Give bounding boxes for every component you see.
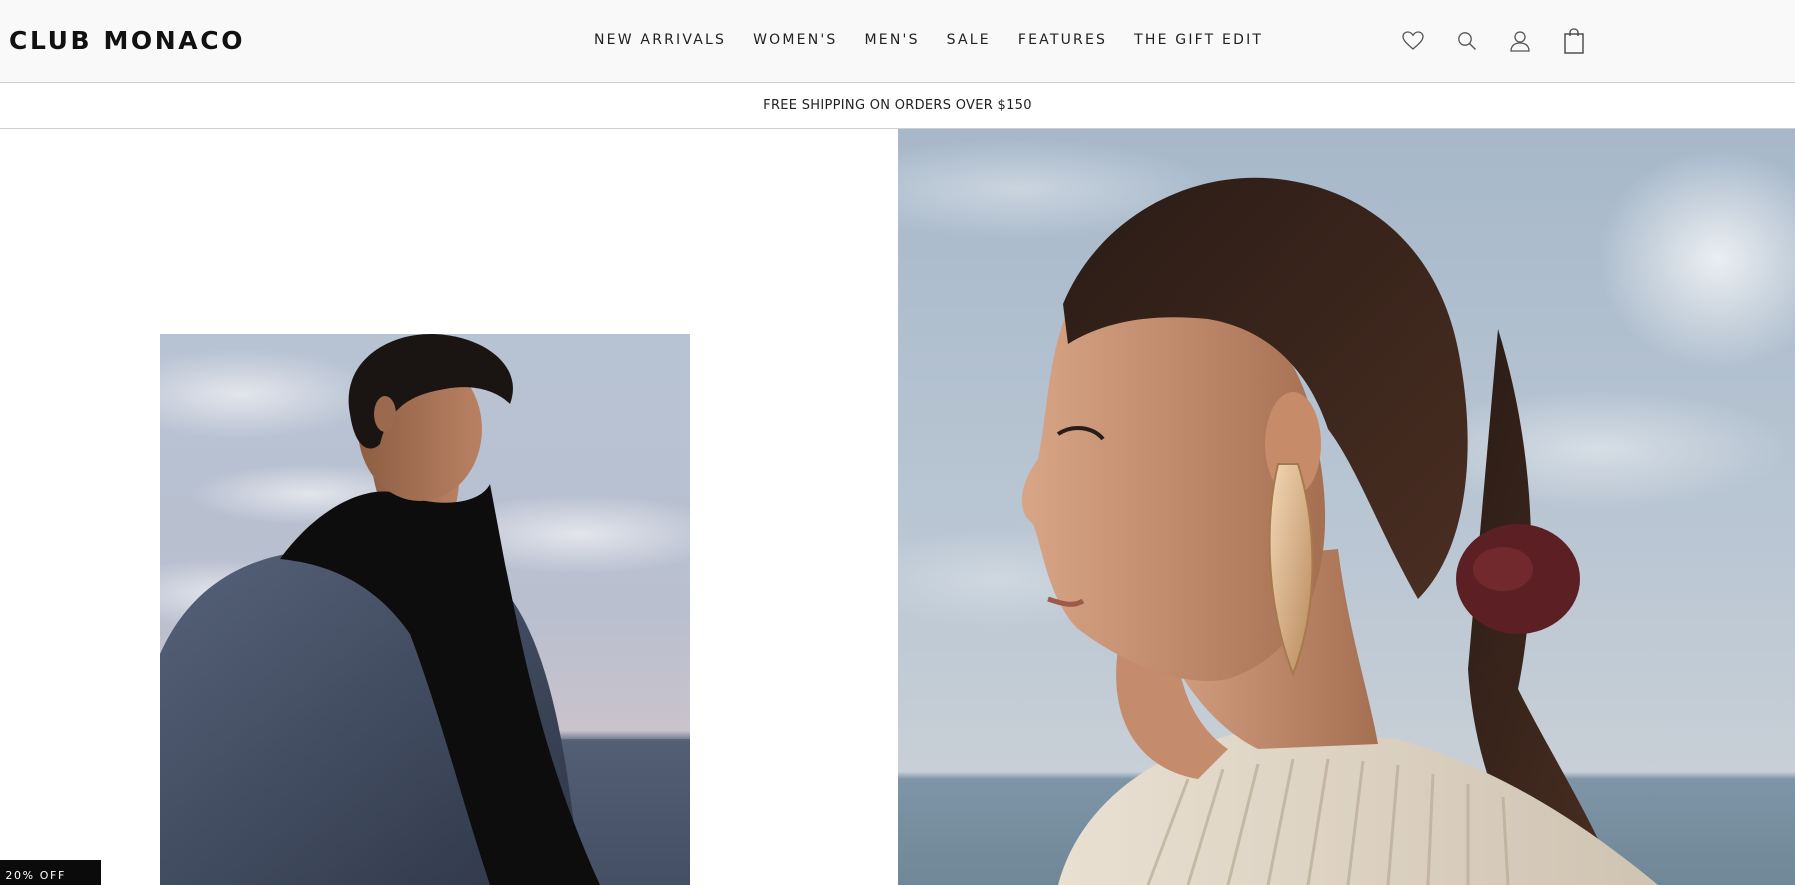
heart-icon[interactable] (1398, 26, 1428, 56)
shopping-bag-icon[interactable] (1559, 26, 1589, 56)
womens-campaign-image[interactable] (898, 129, 1795, 885)
hero-left-panel (0, 129, 898, 885)
nav-item-womens[interactable]: WOMEN'S (753, 30, 837, 50)
nav-item-features[interactable]: FEATURES (1018, 30, 1107, 50)
discount-tab-label: T 20% OFF (0, 869, 66, 882)
account-icon[interactable] (1505, 26, 1535, 56)
nav-item-sale[interactable]: SALE (947, 30, 991, 50)
nav-item-new-arrivals[interactable]: NEW ARRIVALS (594, 30, 726, 50)
discount-tab[interactable]: T 20% OFF (0, 860, 101, 885)
site-header: CLUB MONACO NEW ARRIVALS WOMEN'S MEN'S S… (0, 0, 1795, 83)
brand-logo[interactable]: CLUB MONACO (9, 26, 245, 56)
promo-text: FREE SHIPPING ON ORDERS OVER $150 (763, 98, 1032, 113)
mens-campaign-image[interactable] (160, 334, 690, 885)
nav-item-mens[interactable]: MEN'S (865, 30, 920, 50)
nav-item-gift-edit[interactable]: THE GIFT EDIT (1134, 30, 1263, 50)
main-nav: NEW ARRIVALS WOMEN'S MEN'S SALE FEATURES… (594, 30, 1263, 50)
search-icon[interactable] (1452, 26, 1482, 56)
promo-bar: FREE SHIPPING ON ORDERS OVER $150 (0, 83, 1795, 129)
